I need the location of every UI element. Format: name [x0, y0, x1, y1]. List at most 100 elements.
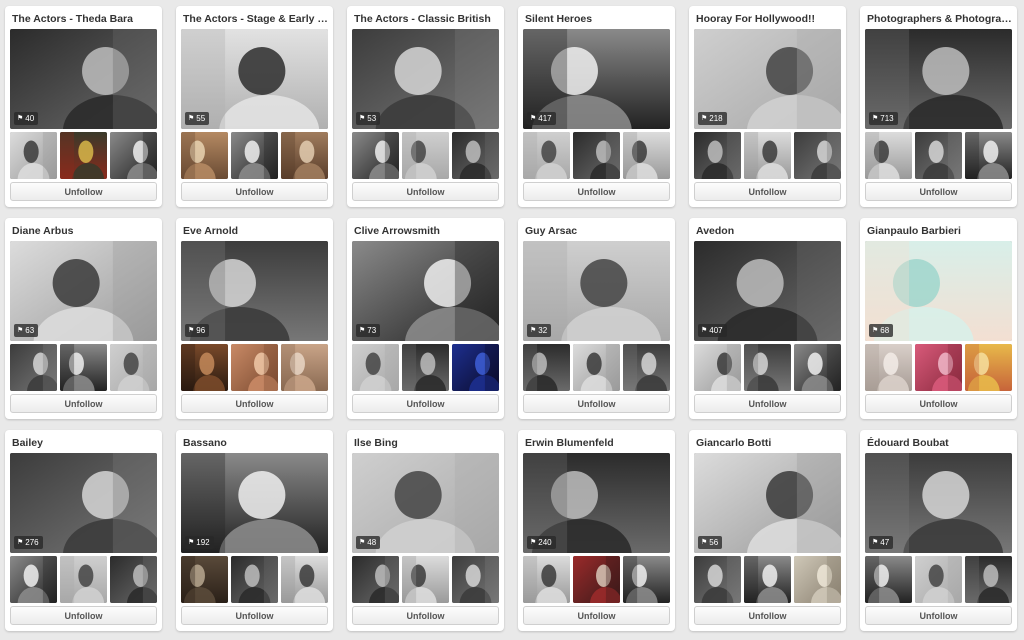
- board-cover-image[interactable]: ⚑ 32: [523, 241, 670, 341]
- board-card[interactable]: Photographers & Photography ⚑ 713 Unfollow: [860, 6, 1017, 207]
- board-cover-image[interactable]: ⚑ 68: [865, 241, 1012, 341]
- board-thumbnail[interactable]: [523, 344, 570, 391]
- board-title[interactable]: Guy Arsac: [525, 225, 671, 238]
- board-thumbnail[interactable]: [865, 556, 912, 603]
- board-title[interactable]: Clive Arrowsmith: [354, 225, 500, 238]
- unfollow-button[interactable]: Unfollow: [181, 394, 328, 413]
- board-thumbnail[interactable]: [352, 344, 399, 391]
- board-thumbnail[interactable]: [352, 132, 399, 179]
- board-thumbnail[interactable]: [865, 132, 912, 179]
- board-thumbnail[interactable]: [60, 132, 107, 179]
- board-thumbnail[interactable]: [623, 344, 670, 391]
- board-card[interactable]: Gianpaulo Barbieri ⚑ 68 Unfollow: [860, 218, 1017, 419]
- board-card[interactable]: The Actors - Classic British ⚑ 53 Unfollow: [347, 6, 504, 207]
- unfollow-button[interactable]: Unfollow: [10, 182, 157, 201]
- board-thumbnail[interactable]: [965, 556, 1012, 603]
- board-title[interactable]: Gianpaulo Barbieri: [867, 225, 1013, 238]
- board-thumbnail[interactable]: [231, 132, 278, 179]
- board-card[interactable]: Diane Arbus ⚑ 63 Unfollow: [5, 218, 162, 419]
- board-thumbnail[interactable]: [10, 556, 57, 603]
- unfollow-button[interactable]: Unfollow: [694, 182, 841, 201]
- board-thumbnail[interactable]: [352, 556, 399, 603]
- unfollow-button[interactable]: Unfollow: [181, 606, 328, 625]
- board-thumbnail[interactable]: [181, 344, 228, 391]
- board-cover-image[interactable]: ⚑ 417: [523, 29, 670, 129]
- board-card[interactable]: Hooray For Hollywood!! ⚑ 218 Unfollow: [689, 6, 846, 207]
- board-thumbnail[interactable]: [281, 132, 328, 179]
- board-thumbnail[interactable]: [181, 132, 228, 179]
- unfollow-button[interactable]: Unfollow: [181, 182, 328, 201]
- board-card[interactable]: Bassano ⚑ 192 Unfollow: [176, 430, 333, 631]
- unfollow-button[interactable]: Unfollow: [352, 182, 499, 201]
- board-thumbnail[interactable]: [523, 556, 570, 603]
- board-thumbnail[interactable]: [915, 132, 962, 179]
- board-cover-image[interactable]: ⚑ 63: [10, 241, 157, 341]
- unfollow-button[interactable]: Unfollow: [523, 606, 670, 625]
- board-thumbnail[interactable]: [281, 556, 328, 603]
- board-title[interactable]: Eve Arnold: [183, 225, 329, 238]
- board-title[interactable]: Ilse Bing: [354, 437, 500, 450]
- board-thumbnail[interactable]: [402, 344, 449, 391]
- board-thumbnail[interactable]: [573, 132, 620, 179]
- board-thumbnail[interactable]: [452, 344, 499, 391]
- board-title[interactable]: Photographers & Photography: [867, 13, 1013, 26]
- board-thumbnail[interactable]: [231, 344, 278, 391]
- unfollow-button[interactable]: Unfollow: [865, 182, 1012, 201]
- unfollow-button[interactable]: Unfollow: [523, 394, 670, 413]
- unfollow-button[interactable]: Unfollow: [352, 394, 499, 413]
- board-card[interactable]: Bailey ⚑ 276 Unfollow: [5, 430, 162, 631]
- board-thumbnail[interactable]: [915, 344, 962, 391]
- board-card[interactable]: Giancarlo Botti ⚑ 56 Unfollow: [689, 430, 846, 631]
- board-thumbnail[interactable]: [110, 132, 157, 179]
- unfollow-button[interactable]: Unfollow: [523, 182, 670, 201]
- board-cover-image[interactable]: ⚑ 47: [865, 453, 1012, 553]
- board-thumbnail[interactable]: [794, 344, 841, 391]
- board-thumbnail[interactable]: [231, 556, 278, 603]
- board-thumbnail[interactable]: [623, 132, 670, 179]
- board-cover-image[interactable]: ⚑ 240: [523, 453, 670, 553]
- unfollow-button[interactable]: Unfollow: [10, 606, 157, 625]
- board-thumbnail[interactable]: [402, 556, 449, 603]
- board-cover-image[interactable]: ⚑ 40: [10, 29, 157, 129]
- board-card[interactable]: Guy Arsac ⚑ 32 Unfollow: [518, 218, 675, 419]
- board-thumbnail[interactable]: [60, 556, 107, 603]
- board-thumbnail[interactable]: [965, 344, 1012, 391]
- unfollow-button[interactable]: Unfollow: [694, 394, 841, 413]
- board-title[interactable]: Diane Arbus: [12, 225, 158, 238]
- board-cover-image[interactable]: ⚑ 96: [181, 241, 328, 341]
- board-card[interactable]: Clive Arrowsmith ⚑ 73 Unfollow: [347, 218, 504, 419]
- board-thumbnail[interactable]: [452, 556, 499, 603]
- board-title[interactable]: Erwin Blumenfeld: [525, 437, 671, 450]
- board-cover-image[interactable]: ⚑ 192: [181, 453, 328, 553]
- board-thumbnail[interactable]: [10, 132, 57, 179]
- board-title[interactable]: Hooray For Hollywood!!: [696, 13, 842, 26]
- board-title[interactable]: Avedon: [696, 225, 842, 238]
- board-thumbnail[interactable]: [915, 556, 962, 603]
- board-card[interactable]: Silent Heroes ⚑ 417 Unfollow: [518, 6, 675, 207]
- board-title[interactable]: Bailey: [12, 437, 158, 450]
- board-thumbnail[interactable]: [110, 556, 157, 603]
- board-cover-image[interactable]: ⚑ 713: [865, 29, 1012, 129]
- board-cover-image[interactable]: ⚑ 73: [352, 241, 499, 341]
- board-title[interactable]: Silent Heroes: [525, 13, 671, 26]
- board-card[interactable]: Avedon ⚑ 407 Unfollow: [689, 218, 846, 419]
- board-title[interactable]: Bassano: [183, 437, 329, 450]
- board-thumbnail[interactable]: [694, 344, 741, 391]
- board-thumbnail[interactable]: [865, 344, 912, 391]
- board-card[interactable]: The Actors - Stage & Early Si... ⚑ 55 Unfol…: [176, 6, 333, 207]
- board-thumbnail[interactable]: [623, 556, 670, 603]
- board-thumbnail[interactable]: [694, 556, 741, 603]
- board-thumbnail[interactable]: [10, 344, 57, 391]
- board-cover-image[interactable]: ⚑ 407: [694, 241, 841, 341]
- unfollow-button[interactable]: Unfollow: [865, 606, 1012, 625]
- unfollow-button[interactable]: Unfollow: [694, 606, 841, 625]
- board-thumbnail[interactable]: [181, 556, 228, 603]
- board-title[interactable]: Édouard Boubat: [867, 437, 1013, 450]
- board-card[interactable]: Erwin Blumenfeld ⚑ 240 Unfollow: [518, 430, 675, 631]
- board-thumbnail[interactable]: [573, 344, 620, 391]
- board-title[interactable]: The Actors - Theda Bara: [12, 13, 158, 26]
- board-thumbnail[interactable]: [744, 344, 791, 391]
- board-thumbnail[interactable]: [452, 132, 499, 179]
- board-thumbnail[interactable]: [965, 132, 1012, 179]
- board-cover-image[interactable]: ⚑ 48: [352, 453, 499, 553]
